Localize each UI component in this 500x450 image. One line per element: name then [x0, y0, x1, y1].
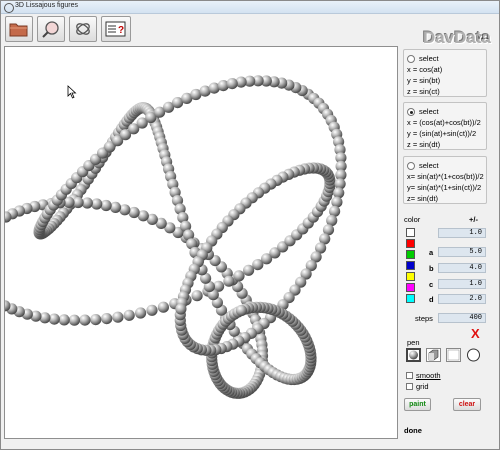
- cube-icon: [428, 349, 439, 361]
- eq2-z: z = sin(dt): [407, 140, 441, 149]
- param-d-field[interactable]: 2.0: [438, 294, 486, 304]
- circle-icon: [467, 348, 480, 362]
- drawing-canvas[interactable]: [4, 46, 398, 439]
- grid-checkbox[interactable]: [406, 383, 413, 390]
- lissajous-3d-figure: [5, 75, 347, 399]
- param-b-label: b: [429, 264, 434, 273]
- param-c-field[interactable]: 1.0: [438, 279, 486, 289]
- eq2-y: y = (sin(at)+sin(ct))/2: [407, 129, 477, 138]
- select-label-1: select: [419, 54, 439, 63]
- param-d-label: d: [429, 295, 434, 304]
- toolbar: ? DavData: [1, 14, 499, 47]
- tube-sphere: [101, 313, 113, 325]
- eq2-x: x = (cos(at)+cos(bt))/2: [407, 118, 481, 127]
- open-folder-button[interactable]: [5, 16, 33, 42]
- pen-circle-button[interactable]: [466, 348, 481, 362]
- param-a-field[interactable]: 5.0: [438, 247, 486, 257]
- eq1-y: y = sin(bt): [407, 76, 441, 85]
- pen-cube-button[interactable]: [426, 348, 441, 362]
- tube-sphere: [226, 78, 238, 90]
- steps-field[interactable]: 400: [438, 313, 486, 323]
- mouse-cursor-icon: [67, 85, 77, 99]
- select-radio-2[interactable]: [407, 108, 415, 117]
- tube-sphere: [68, 314, 80, 326]
- equation-set-2[interactable]: select x = (cos(at)+cos(bt))/2 y = (sin(…: [403, 102, 487, 150]
- tube-sphere: [233, 270, 245, 282]
- square-icon: [447, 349, 460, 361]
- title-bar: 3D Lissajous figures: [1, 1, 499, 14]
- app-icon: [4, 3, 14, 13]
- tube-sphere: [48, 313, 60, 325]
- param-b-field[interactable]: 4.0: [438, 263, 486, 273]
- color-label: color: [404, 215, 421, 224]
- select-label-3: select: [419, 161, 439, 170]
- clear-values-button[interactable]: X: [471, 326, 480, 341]
- pen-label: pen: [407, 338, 420, 347]
- tube-sphere: [112, 311, 124, 323]
- app-window: 3D Lissajous figures ? DavData v1.1 sele…: [0, 0, 500, 450]
- tube-sphere: [100, 199, 112, 212]
- eq3-z: z= sin(dt): [407, 194, 439, 203]
- plus-minus-field[interactable]: 1.0: [438, 228, 486, 238]
- tube-sphere: [79, 314, 91, 326]
- tube-sphere: [109, 201, 122, 213]
- folder-icon: [9, 23, 28, 37]
- eq3-y: y= sin(at)*(1+sin(ct))/2: [407, 183, 482, 192]
- color-swatch-green[interactable]: [406, 250, 415, 259]
- smooth-checkbox[interactable]: [406, 372, 413, 379]
- lissajous-icon: [76, 23, 90, 35]
- help-button[interactable]: ?: [101, 16, 131, 42]
- clear-button[interactable]: clear: [453, 398, 481, 411]
- equation-set-1[interactable]: select x = cos(at) y = sin(bt) z = sin(c…: [403, 49, 487, 97]
- tube-sphere: [175, 303, 187, 315]
- param-c-label: c: [429, 280, 434, 289]
- tube-sphere: [58, 314, 70, 326]
- window-title: 3D Lissajous figures: [15, 2, 79, 9]
- sphere-icon: [409, 350, 418, 360]
- tube-sphere: [223, 275, 235, 287]
- select-radio-3[interactable]: [407, 162, 415, 171]
- color-swatch-magenta[interactable]: [406, 283, 415, 292]
- tube-sphere: [146, 304, 158, 316]
- color-swatch-cyan[interactable]: [406, 294, 415, 303]
- tube-sphere: [90, 314, 102, 326]
- color-swatch-red[interactable]: [406, 239, 415, 248]
- color-swatch-blue[interactable]: [406, 261, 415, 270]
- version-label: v1.1: [477, 35, 489, 41]
- lissajous-button[interactable]: [69, 16, 97, 42]
- equation-set-3[interactable]: select x= sin(at)*(1+cos(bt))/2 y= sin(a…: [403, 156, 487, 204]
- select-radio-1[interactable]: [407, 55, 415, 64]
- plus-minus-label: +/-: [469, 215, 478, 224]
- svg-text:?: ?: [118, 25, 124, 36]
- steps-label: steps: [415, 314, 433, 323]
- param-a-label: a: [429, 248, 434, 257]
- select-label-2: select: [419, 107, 439, 116]
- paint-button[interactable]: paint: [404, 398, 431, 411]
- eq1-z: z = sin(ct): [407, 87, 440, 96]
- tube-sphere: [191, 290, 203, 302]
- tube-sphere: [157, 301, 169, 313]
- magnifier-icon: [42, 21, 59, 38]
- status-text: done: [404, 426, 422, 435]
- help-icon: ?: [105, 21, 126, 37]
- eq3-x: x= sin(at)*(1+cos(bt))/2: [407, 172, 484, 181]
- tube-sphere: [135, 307, 147, 319]
- pen-square-button[interactable]: [446, 348, 461, 362]
- tube-sphere: [123, 309, 135, 321]
- grid-label: grid: [416, 382, 429, 391]
- eq1-x: x = cos(at): [407, 65, 443, 74]
- pen-sphere-button[interactable]: [406, 348, 421, 362]
- color-swatch-yellow[interactable]: [406, 272, 415, 281]
- tube-sphere: [235, 304, 247, 317]
- smooth-label: smooth: [416, 371, 441, 380]
- color-swatch-white[interactable]: [406, 228, 415, 237]
- zoom-button[interactable]: [37, 16, 65, 42]
